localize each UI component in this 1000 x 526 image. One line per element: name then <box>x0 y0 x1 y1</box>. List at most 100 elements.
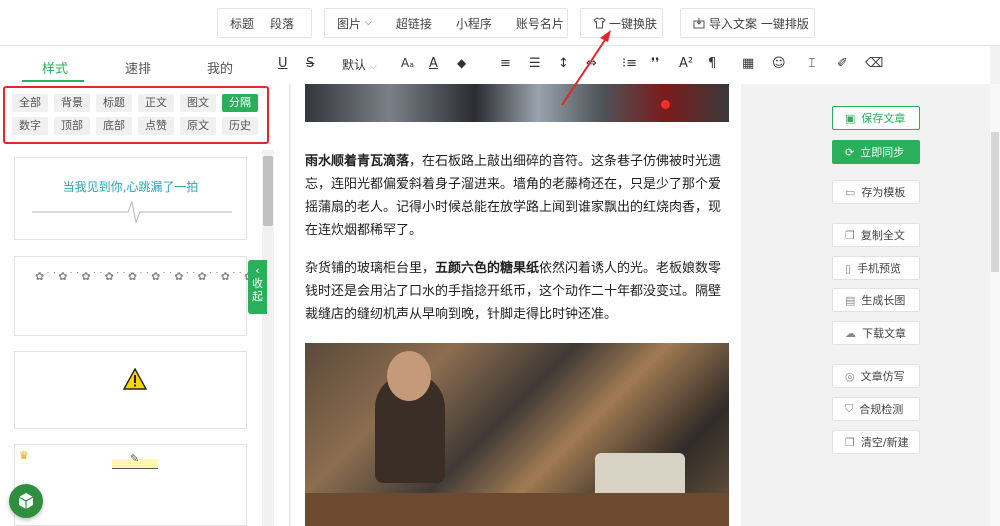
import-button[interactable]: 导入文案 一键排版 <box>680 8 815 38</box>
letter-spacing-icon[interactable]: ⇔ <box>586 56 597 71</box>
tab-styles[interactable]: 样式 <box>42 58 68 77</box>
phone-preview-button[interactable]: ▯ 手机预览 <box>832 256 920 280</box>
filter-bottom[interactable]: 底部 <box>96 117 132 135</box>
article-paragraph-2[interactable]: 杂货铺的玻璃柜台里，五颜六色的糖果纸依然闪着诱人的光。老板娘数零钱时还是会用沾了… <box>305 257 733 326</box>
heartbeat-divider-text: 当我见到你,心跳漏了一拍 <box>62 180 199 194</box>
template-card-paw-prints[interactable]: ✿˙˙✿˙˙✿˙˙✿˙˙✿˙˙✿˙˙✿˙˙✿˙˙✿˙˙✿ <box>14 256 253 336</box>
align-left-icon[interactable]: ≡ <box>500 56 511 71</box>
mini-program-button[interactable]: 小程序 <box>444 15 504 32</box>
margin-icon[interactable]: ⌶ <box>808 56 816 71</box>
action-panel-scrollbar[interactable] <box>990 84 1000 526</box>
long-image-button[interactable]: ▤ 生成长图 <box>832 288 920 312</box>
cloud-download-icon: ☁ <box>845 326 856 340</box>
line-height-icon[interactable]: ↕ <box>558 56 569 71</box>
list-icon[interactable]: ⁝≡ <box>622 56 637 71</box>
action-scrollbar-thumb[interactable] <box>991 132 999 272</box>
save-template-label: 存为模板 <box>861 186 906 199</box>
active-tab-indicator <box>22 80 84 82</box>
tab-quick-layout[interactable]: 速排 <box>125 58 151 77</box>
download-label: 下载文章 <box>862 327 906 340</box>
action-panel: ▣ 保存文章 ⟳ 立即同步 ▭ 存为模板 ❐ 复制全文 ▯ 手机预览 ▤ 生成长图 ☁ 下载文… <box>820 84 1000 526</box>
tailor-head-shape <box>387 351 431 401</box>
hyperlink-button[interactable]: 超链接 <box>384 15 444 32</box>
heartbeat-line-icon <box>32 200 232 224</box>
heading-button[interactable]: 标题 <box>218 15 266 32</box>
highlight-color-icon[interactable]: ◆ <box>457 56 466 70</box>
workbench-shape <box>305 493 729 526</box>
paw-prints-icon: ✿˙˙✿˙˙✿˙˙✿˙˙✿˙˙✿˙˙✿˙˙✿˙˙✿˙˙✿ <box>35 270 255 283</box>
article-editor[interactable]: 雨水顺着青瓦滴落，在石板路上敲出细碎的音符。这条巷子仿佛被时光遗忘，连阳光都偏爱… <box>291 84 741 526</box>
compliance-check-button[interactable]: ⛉ 合规检测 <box>832 397 920 421</box>
save-article-button[interactable]: ▣ 保存文章 <box>832 106 920 130</box>
collapse-label-1: 收 <box>252 277 263 290</box>
clear-new-button[interactable]: ❒ 清空/新建 <box>832 430 920 454</box>
heading-paragraph-group: 标题 段落 <box>217 8 312 38</box>
superscript-icon[interactable]: A² <box>679 56 693 71</box>
long-image-icon: ▤ <box>845 293 856 307</box>
article-image-street <box>305 84 729 122</box>
scrollbar-thumb[interactable] <box>263 156 273 226</box>
format-painter-icon[interactable]: ✐ <box>837 56 848 71</box>
underline-icon[interactable]: U <box>278 56 288 71</box>
copy-all-button[interactable]: ❐ 复制全文 <box>832 223 920 247</box>
account-card-button[interactable]: 账号名片 <box>504 15 576 32</box>
filter-title[interactable]: 标题 <box>96 94 132 112</box>
font-family-label: 默认 <box>342 58 367 72</box>
style-panel-scrollbar[interactable] <box>262 150 274 526</box>
paragraph-mark-icon[interactable]: ¶ <box>708 56 716 71</box>
indent-icon[interactable]: ☰ <box>529 56 541 71</box>
collapse-label-2: 起 <box>252 290 263 303</box>
copy-icon: ❐ <box>845 228 855 242</box>
font-family-dropdown[interactable]: 默认 ⌵ <box>342 56 377 73</box>
filter-all[interactable]: 全部 <box>12 94 48 112</box>
emoji-icon[interactable]: ☺ <box>772 56 786 71</box>
image-label: 图片 <box>337 16 362 31</box>
phone-preview-label: 手机预览 <box>857 262 902 275</box>
theme-button[interactable]: 一键换肤 <box>580 8 663 38</box>
article-paragraph-1[interactable]: 雨水顺着青瓦滴落，在石板路上敲出细碎的音符。这条巷子仿佛被时光遗忘，连阳光都偏爱… <box>305 150 733 242</box>
quote-icon[interactable]: ❜❜ <box>651 56 659 71</box>
save-template-button[interactable]: ▭ 存为模板 <box>832 180 920 204</box>
paragraph-button[interactable]: 段落 <box>266 15 306 32</box>
collapse-panel-button[interactable]: ‹ 收 起 <box>248 260 267 314</box>
chevron-down-icon: ⌵ <box>365 18 372 28</box>
sync-icon: ⟳ <box>845 145 855 159</box>
font-size-icon[interactable]: Aₐ <box>401 56 414 70</box>
save-label: 保存文章 <box>861 112 906 125</box>
category-filter-highlight: 全部 背景 标题 正文 图文 分隔 数字 顶部 底部 点赞 原文 历史 <box>3 86 269 144</box>
template-card-pencil[interactable]: ♛ ✎ <box>14 444 247 526</box>
shield-icon: ⛉ <box>845 402 854 415</box>
clear-new-label: 清空/新建 <box>860 436 909 449</box>
download-article-button[interactable]: ☁ 下载文章 <box>832 321 920 345</box>
filter-number[interactable]: 数字 <box>12 117 48 135</box>
phone-icon: ▯ <box>845 261 852 275</box>
shirt-icon <box>581 17 606 29</box>
rewrite-icon: ◎ <box>845 369 855 383</box>
filter-background[interactable]: 背景 <box>54 94 90 112</box>
strikethrough-icon[interactable]: S <box>306 56 314 71</box>
filter-body[interactable]: 正文 <box>138 94 174 112</box>
rewrite-button[interactable]: ◎ 文章仿写 <box>832 364 920 388</box>
font-color-icon[interactable]: A <box>429 56 438 71</box>
tab-mine[interactable]: 我的 <box>207 58 233 77</box>
filter-divider[interactable]: 分隔 <box>222 94 258 112</box>
template-card-warning[interactable] <box>14 351 247 429</box>
eraser-icon[interactable]: ⌫ <box>865 56 883 71</box>
image-dropdown[interactable]: 图片 ⌵ <box>325 15 384 32</box>
filter-like[interactable]: 点赞 <box>138 117 174 135</box>
rewrite-label: 文章仿写 <box>860 370 905 383</box>
filter-history[interactable]: 历史 <box>222 117 258 135</box>
clear-icon: ❒ <box>845 435 855 449</box>
table-icon[interactable]: ▦ <box>742 56 754 71</box>
para2-start-text: 杂货铺的玻璃柜台里， <box>305 261 436 276</box>
top-toolbar: 标题 段落 图片 ⌵ 超链接 小程序 账号名片 一键换肤 导入文案 一键排版 <box>0 0 1000 46</box>
template-card-heartbeat[interactable]: 当我见到你,心跳漏了一拍 <box>14 157 247 240</box>
filter-original[interactable]: 原文 <box>180 117 216 135</box>
filter-top[interactable]: 顶部 <box>54 117 90 135</box>
import-button-label: 导入文案 一键排版 <box>709 16 809 31</box>
filter-image-text[interactable]: 图文 <box>180 94 216 112</box>
save-icon: ▣ <box>845 111 856 125</box>
sync-now-button[interactable]: ⟳ 立即同步 <box>832 140 920 164</box>
insert-group: 图片 ⌵ 超链接 小程序 账号名片 <box>324 8 568 38</box>
cube-float-button[interactable] <box>9 484 43 518</box>
